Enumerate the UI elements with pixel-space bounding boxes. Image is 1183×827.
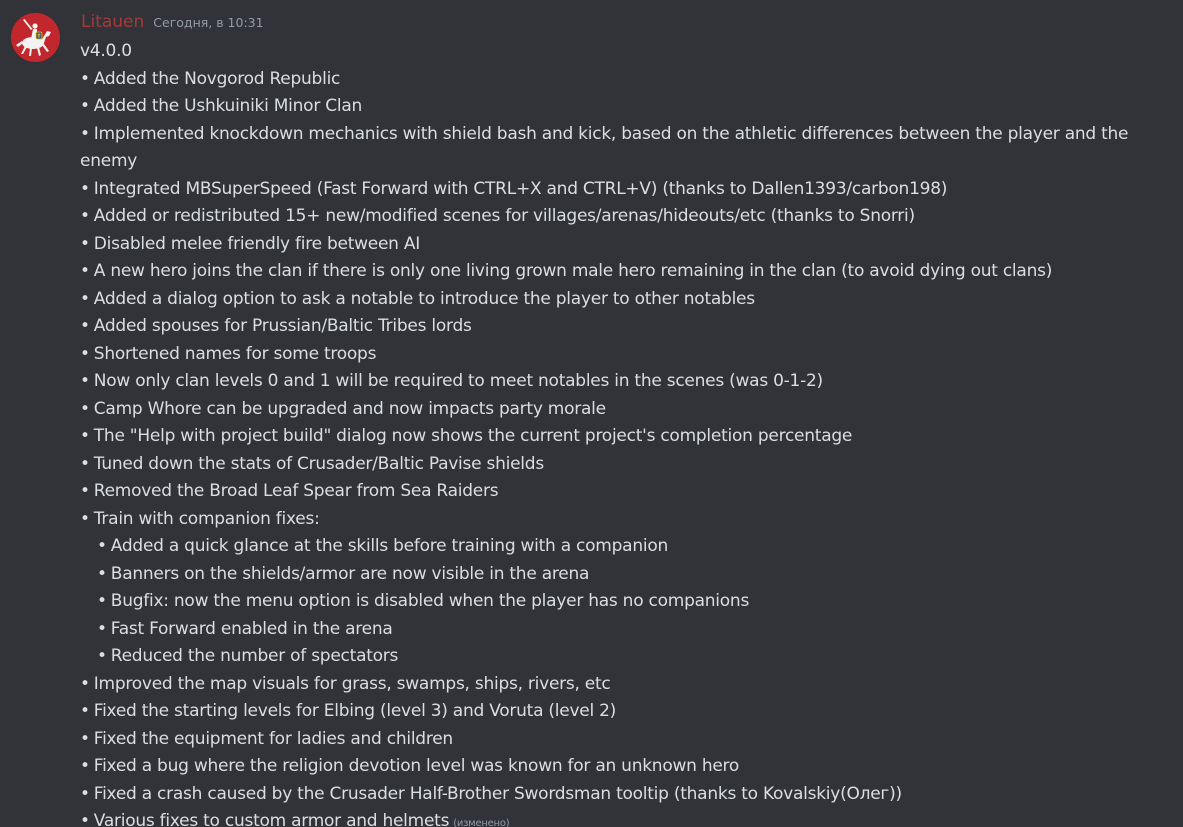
bullet: • [80, 343, 90, 364]
message-header: Litauen Сегодня, в 10:31 [81, 12, 264, 36]
list-item-text: Train with companion fixes: [93, 508, 320, 529]
list-item: • A new hero joins the clan if there is o… [80, 258, 1140, 286]
bullet: • [80, 426, 90, 446]
list-item: • Shortened names for some troops [80, 341, 1140, 369]
list-item-text: Added the Novgorod Republic [93, 68, 341, 89]
list-item: • Added the Ushkuiniki Minor Clan [80, 93, 1140, 121]
list-item-text: Fixed a crash caused by the Crusader Hal… [93, 783, 902, 804]
list-item: • Removed the Broad Leaf Spear from Sea R… [80, 478, 1140, 506]
list-item: • Disabled melee friendly fire between AI [80, 231, 1140, 259]
list-item: • Added a dialog option to ask a notable … [80, 286, 1140, 314]
sub-list-item: • Added a quick glance at the skills befo… [80, 533, 1140, 561]
avatar[interactable] [11, 13, 60, 62]
bullet: • [80, 178, 90, 199]
list-item-text: Added the Ushkuiniki Minor Clan [93, 96, 363, 116]
bullet: • [80, 123, 90, 144]
sub-list-item: • Bugfix: now the menu option is disabled… [80, 588, 1140, 616]
list-item-text: A new hero joins the clan if there is on… [93, 261, 1053, 281]
list-item: • Now only clan levels 0 and 1 will be re… [80, 368, 1140, 396]
bullet: • [97, 591, 107, 611]
list-item: • Added spouses for Prussian/Baltic Tribe… [80, 313, 1140, 341]
list-item-text: Fast Forward enabled in the arena [110, 618, 393, 639]
list-item: • Added or redistributed 15+ new/modified… [80, 203, 1140, 231]
list-item: • Camp Whore can be upgraded and now impa… [80, 396, 1140, 424]
list-item-text: Fixed the starting levels for Elbing (le… [93, 701, 617, 721]
username[interactable]: Litauen [81, 12, 144, 32]
list-item-text: Integrated MBSuperSpeed (Fast Forward wi… [93, 178, 948, 199]
bullet: • [97, 563, 107, 584]
list-item: • Fixed the equipment for ladies and chil… [80, 726, 1140, 754]
bullet: • [80, 261, 90, 281]
list-item-text: Improved the map visuals for grass, swam… [93, 673, 611, 694]
list-item: • Improved the map visuals for grass, swa… [80, 671, 1140, 699]
list-item: • Added the Novgorod Republic [80, 66, 1140, 94]
message-content: v4.0.0 • Added the Novgorod Republic • Adde… [80, 38, 1140, 827]
list-item-text: Added or redistributed 15+ new/modified … [93, 206, 915, 226]
bullet: • [80, 453, 90, 474]
list-item-text: Disabled melee friendly fire between AI [93, 233, 421, 254]
bullet: • [97, 618, 107, 639]
sub-list-item: • Banners on the shields/armor are now vi… [80, 561, 1140, 589]
list-item: • The "Help with project build" dialog no… [80, 423, 1140, 451]
bullet: • [80, 728, 90, 749]
list-item-text: Tuned down the stats of Crusader/Baltic … [93, 453, 544, 474]
list-item-text: Added a dialog option to ask a notable t… [93, 288, 755, 309]
list-item-text: Camp Whore can be upgraded and now impac… [93, 398, 606, 419]
list-item-text: Added a quick glance at the skills befor… [110, 536, 668, 556]
bullet: • [80, 783, 90, 804]
list-item-text: Fixed a bug where the religion devotion … [93, 756, 740, 776]
bullet: • [80, 288, 90, 309]
list-item-text: Removed the Broad Leaf Spear from Sea Ra… [93, 481, 499, 501]
bullet: • [80, 371, 90, 391]
list-item-text: The "Help with project build" dialog now… [93, 426, 853, 446]
chat-message: Litauen Сегодня, в 10:31 v4.0.0 • Added t… [0, 0, 1183, 827]
list-item-text: Fixed the equipment for ladies and child… [93, 728, 453, 749]
bullet: • [80, 398, 90, 419]
version-line: v4.0.0 [80, 41, 132, 61]
list-item: • Integrated MBSuperSpeed (Fast Forward w… [80, 176, 1140, 204]
list-item-text: Implemented knockdown mechanics with shi… [80, 123, 1129, 172]
list-item-text: Added spouses for Prussian/Baltic Tribes… [93, 316, 472, 336]
bullet: • [80, 701, 90, 721]
list-item-text: Banners on the shields/armor are now vis… [110, 563, 590, 584]
sub-list-item: • Fast Forward enabled in the arena [80, 616, 1140, 644]
timestamp[interactable]: Сегодня, в 10:31 [153, 15, 263, 30]
bullet: • [80, 756, 90, 776]
bullet: • [80, 508, 90, 529]
bullet: • [80, 233, 90, 254]
list-item: • Implemented knockdown mechanics with sh… [80, 121, 1140, 176]
bullet: • [97, 646, 107, 666]
list-item: • Train with companion fixes: [80, 506, 1140, 534]
list-item-text: Various fixes to custom armor and helmet… [93, 811, 450, 827]
list-item-text: Bugfix: now the menu option is disabled … [110, 591, 750, 611]
bullet: • [80, 68, 90, 89]
sub-list-item: • Reduced the number of spectators [80, 643, 1140, 671]
bullet: • [80, 481, 90, 501]
list-item-text: Shortened names for some troops [93, 343, 377, 364]
list-item: • Fixed a crash caused by the Crusader Ha… [80, 781, 1140, 809]
list-item: • Fixed the starting levels for Elbing (l… [80, 698, 1140, 726]
vytis-knight-icon [11, 13, 60, 62]
list-item: • Tuned down the stats of Crusader/Baltic… [80, 451, 1140, 479]
bullet: • [80, 673, 90, 694]
bullet: • [80, 206, 90, 226]
edited-label: (изменено) [453, 818, 510, 827]
bullet: • [80, 811, 90, 827]
bullet: • [80, 96, 90, 116]
bullet: • [97, 536, 107, 556]
list-item-text: Now only clan levels 0 and 1 will be req… [93, 371, 823, 391]
bullet: • [80, 316, 90, 336]
list-item-text: Reduced the number of spectators [110, 646, 399, 666]
list-item: • Various fixes to custom armor and helme… [80, 808, 1140, 827]
list-item: • Fixed a bug where the religion devotion… [80, 753, 1140, 781]
